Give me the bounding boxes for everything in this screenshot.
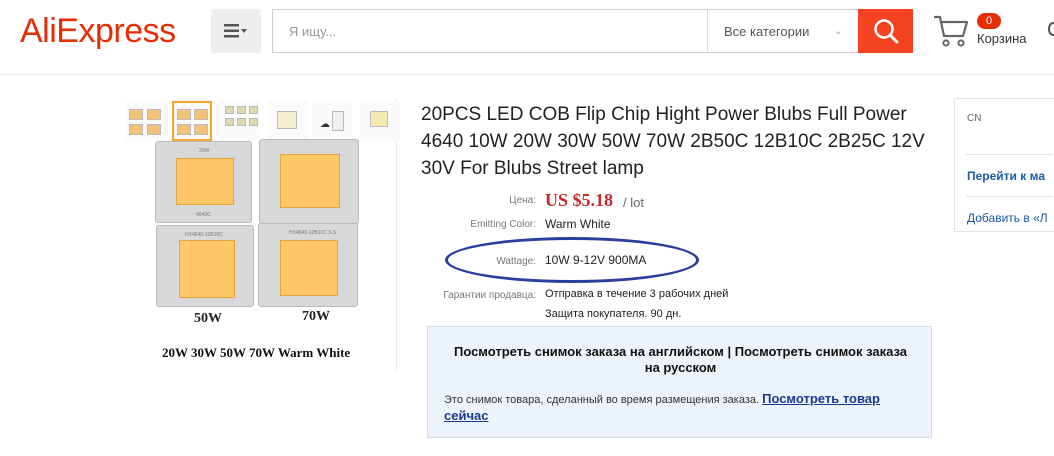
led-panel: 20W 4640C [155, 141, 252, 223]
hamburger-menu-icon [224, 24, 247, 38]
led-chip [179, 240, 235, 298]
search-input[interactable] [273, 10, 707, 52]
search-icon [873, 19, 898, 44]
cart-label[interactable]: Корзина [977, 31, 1027, 46]
led-chip [280, 240, 338, 296]
image-label-70w: 70W [302, 309, 330, 324]
price-label: Цена: [509, 195, 536, 206]
seller-guarantee-label: Гарантии продавца: [443, 290, 536, 301]
annotation-circle [445, 237, 699, 283]
account-icon[interactable] [1048, 22, 1054, 36]
chip-code-label: HX4640-12B10C [185, 232, 223, 238]
emitting-color-label: Emitting Color: [470, 219, 536, 230]
thumbnail-2[interactable] [172, 101, 212, 141]
product-title: 20PCS LED COB Flip Chip Hight Power Blub… [421, 104, 925, 179]
emitting-color-value[interactable]: Warm White [545, 217, 611, 231]
image-label-50w: 50W [194, 311, 222, 326]
cart-button[interactable] [933, 14, 973, 50]
thumbnail-6[interactable] [360, 101, 400, 141]
shipping-guarantee: Отправка в течение 3 рабочих дней [545, 288, 729, 300]
product-gallery: ☁ 20W 4640C HX4640-12B10C HX4640-12B10C … [124, 99, 400, 371]
categories-menu-button[interactable] [211, 9, 261, 53]
category-select[interactable]: Все категории ⌄ [707, 10, 857, 52]
header: AliExpress Все категории ⌄ 0 Корзина [0, 0, 1054, 62]
store-side-panel: CN Перейти к ма Добавить в «Л [954, 98, 1054, 232]
thumbnail-5[interactable]: ☁ [312, 101, 352, 141]
shopping-cart-icon [934, 15, 969, 47]
led-panel [259, 139, 359, 224]
led-chip [176, 158, 234, 205]
header-divider [0, 74, 1054, 75]
add-to-favorites-link[interactable]: Добавить в «Л [967, 211, 1048, 225]
divider [967, 196, 1054, 197]
order-snapshot-notice: Посмотреть снимок заказа на английском |… [427, 326, 932, 438]
search-bar: Все категории ⌄ [272, 9, 913, 53]
cart-count-badge: 0 [977, 13, 1001, 29]
thumbnail-1[interactable] [126, 101, 166, 141]
category-select-label: Все категории [724, 23, 810, 39]
snapshot-description: Это снимок товара, сделанный во время ра… [444, 391, 914, 425]
thumbnail-strip: ☁ [124, 99, 400, 143]
snapshot-language-links[interactable]: Посмотреть снимок заказа на английском |… [448, 344, 913, 376]
price-unit: / lot [623, 195, 644, 210]
image-caption: 20W 30W 50W 70W Warm White [162, 345, 351, 360]
chevron-down-icon: ⌄ [833, 25, 843, 37]
chip-code-label: HX4640-12B10C S.S [289, 230, 337, 236]
led-chip [280, 154, 340, 208]
thumbnail-3[interactable] [220, 101, 260, 141]
thumbnail-4[interactable] [268, 101, 308, 141]
aliexpress-logo[interactable]: AliExpress [20, 12, 176, 51]
go-to-store-link[interactable]: Перейти к ма [967, 169, 1045, 183]
product-main-image[interactable]: 20W 4640C HX4640-12B10C HX4640-12B10C S.… [148, 139, 368, 344]
divider [967, 154, 1054, 155]
led-panel: HX4640-12B10C [156, 225, 254, 307]
store-country: CN [967, 113, 982, 124]
led-panel: HX4640-12B10C S.S [258, 223, 358, 307]
buyer-protection: Защита покупателя. 90 дн. [545, 308, 682, 320]
chip-model-label: 4640C [196, 212, 211, 218]
snapshot-text: Это снимок товара, сделанный во время ра… [444, 394, 760, 406]
chip-label: 20W [199, 148, 210, 154]
product-price: US $5.18 [545, 190, 614, 210]
search-button[interactable] [858, 9, 913, 53]
